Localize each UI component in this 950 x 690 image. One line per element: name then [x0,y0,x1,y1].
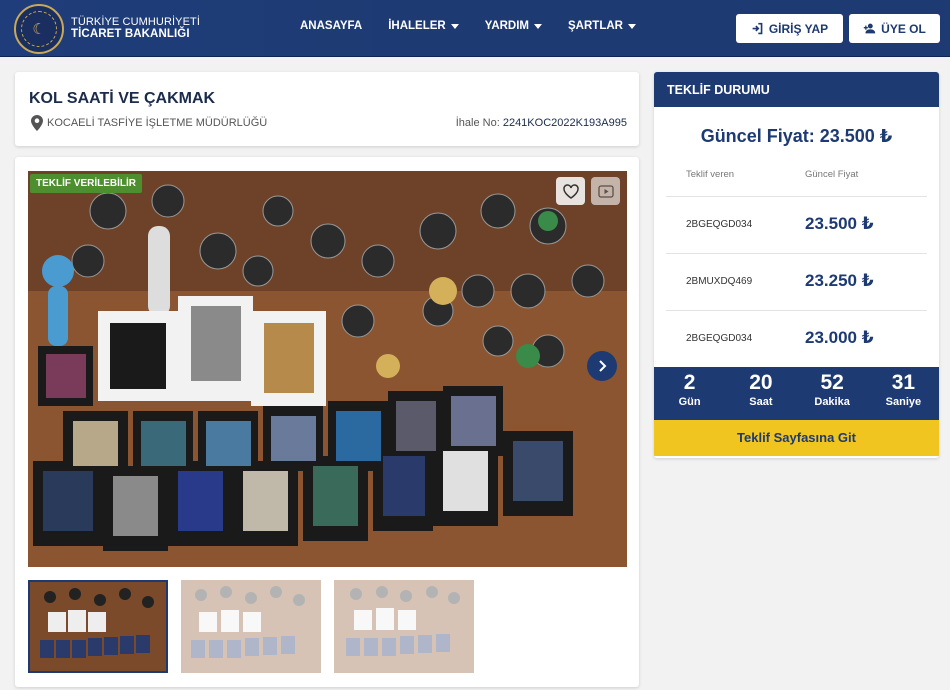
nav-label: ANASAYFA [300,20,363,32]
login-label: GİRİŞ YAP [768,21,829,36]
crescent-star-icon: ☾ [21,11,57,47]
bid-row: 2BMUXDQ469 23.250 ₺ [666,253,927,309]
offer-heading: TEKLİF DURUMU [654,72,939,107]
current-price: Güncel Fiyat: 23.500 ₺ [700,126,893,146]
favorite-button[interactable] [556,177,585,205]
bidder-id: 2BGEQGD034 [686,333,753,344]
countdown-timer: 2 Gün 20 Saat 52 Dakika 31 Saniye [654,367,939,420]
bidder-id: 2BGEQGD034 [686,219,753,230]
gallery-card: TEKLİF VERİLEBİLİR [15,157,639,687]
countdown-days: 2 Gün [654,367,725,420]
ihale-number: İhale No: 2241KOC2022K193A995 [456,117,627,129]
ihale-label: İhale No: [455,117,500,129]
thumbnail-image [181,580,321,673]
col-price: Güncel Fiyat [805,169,859,180]
brand-line-2: TİCARET BAKANLIĞI [71,28,190,40]
next-image-button[interactable] [587,351,617,381]
status-badge: TEKLİF VERİLEBİLİR [30,174,142,193]
listing-location: KOCAELİ TASFİYE İŞLETME MÜDÜRLÜĞÜ [31,115,267,131]
nav-item-ihaleler[interactable]: İHALELER [388,20,459,32]
thumbnail-3[interactable] [334,580,474,673]
listing-title-card: KOL SAATİ VE ÇAKMAK KOCAELİ TASFİYE İŞLE… [15,72,639,146]
login-button[interactable]: GİRİŞ YAP [736,14,843,43]
bid-table-header: Teklif veren Güncel Fiyat [686,169,926,180]
bidder-id: 2BMUXDQ469 [686,276,753,287]
countdown-label: Saniye [885,396,922,408]
ministry-logo[interactable]: ☾ [14,4,64,54]
chevron-right-icon [599,360,607,372]
brand-line-1: TÜRKİYE CUMHURİYETİ [71,16,201,28]
main-product-image[interactable]: TEKLİF VERİLEBİLİR [28,171,627,567]
nav-item-anasayfa[interactable]: ANASAYFA [300,20,362,32]
countdown-value: 52 [820,371,844,394]
listing-title: KOL SAATİ VE ÇAKMAK [29,90,216,107]
bid-amount: 23.000 ₺ [805,328,874,347]
top-header: ☾ TÜRKİYE CUMHURİYETİ TİCARET BAKANLIĞI … [0,0,950,57]
countdown-label: Dakika [814,396,850,408]
countdown-value: 2 [683,371,696,394]
countdown-label: Gün [678,396,701,408]
thumbnail-image [30,582,166,671]
nav-label: ŞARTLAR [568,20,623,32]
product-photo [28,171,627,567]
bid-amount: 23.250 ₺ [805,271,874,290]
countdown-value: 31 [891,371,916,394]
main-nav: ANASAYFA İHALELER YARDIM ŞARTLAR [300,20,662,32]
video-icon [597,184,614,198]
login-icon [752,22,763,35]
chevron-down-icon [627,23,636,29]
countdown-label: Saat [749,396,773,408]
go-to-offer-page-button[interactable]: Teklif Sayfasına Git [654,420,939,456]
thumbnail-2[interactable] [181,580,321,673]
register-button[interactable]: ÜYE OL [849,14,940,43]
map-pin-icon [31,115,43,131]
nav-label: İHALELER [388,20,446,32]
bid-amount: 23.500 ₺ [805,214,874,233]
location-text: KOCAELİ TASFİYE İŞLETME MÜDÜRLÜĞÜ [47,117,268,129]
countdown-hours: 20 Saat [725,367,796,420]
chevron-down-icon [450,23,459,29]
register-label: ÜYE OL [881,21,926,36]
offer-status-panel: TEKLİF DURUMU Güncel Fiyat: 23.500 ₺ Tek… [654,72,939,458]
brand-text[interactable]: TÜRKİYE CUMHURİYETİ TİCARET BAKANLIĞI [71,16,200,40]
nav-item-yardim[interactable]: YARDIM [484,20,543,32]
nav-label: YARDIM [484,20,530,32]
bid-row: 2BGEQGD034 23.500 ₺ [666,196,927,252]
countdown-value: 20 [749,371,773,394]
bid-row: 2BGEQGD034 23.000 ₺ [666,310,927,366]
col-bidder: Teklif veren [686,169,735,180]
user-plus-icon [863,23,876,34]
thumbnail-1[interactable] [28,580,168,673]
chevron-down-icon [534,23,543,29]
nav-item-sartlar[interactable]: ŞARTLAR [568,20,636,32]
countdown-seconds: 31 Saniye [868,367,939,420]
heart-icon [562,183,579,199]
countdown-minutes: 52 Dakika [797,367,868,420]
ihale-value: 2241KOC2022K193A995 [502,117,627,129]
video-button[interactable] [591,177,620,205]
thumbnail-image [334,580,474,673]
